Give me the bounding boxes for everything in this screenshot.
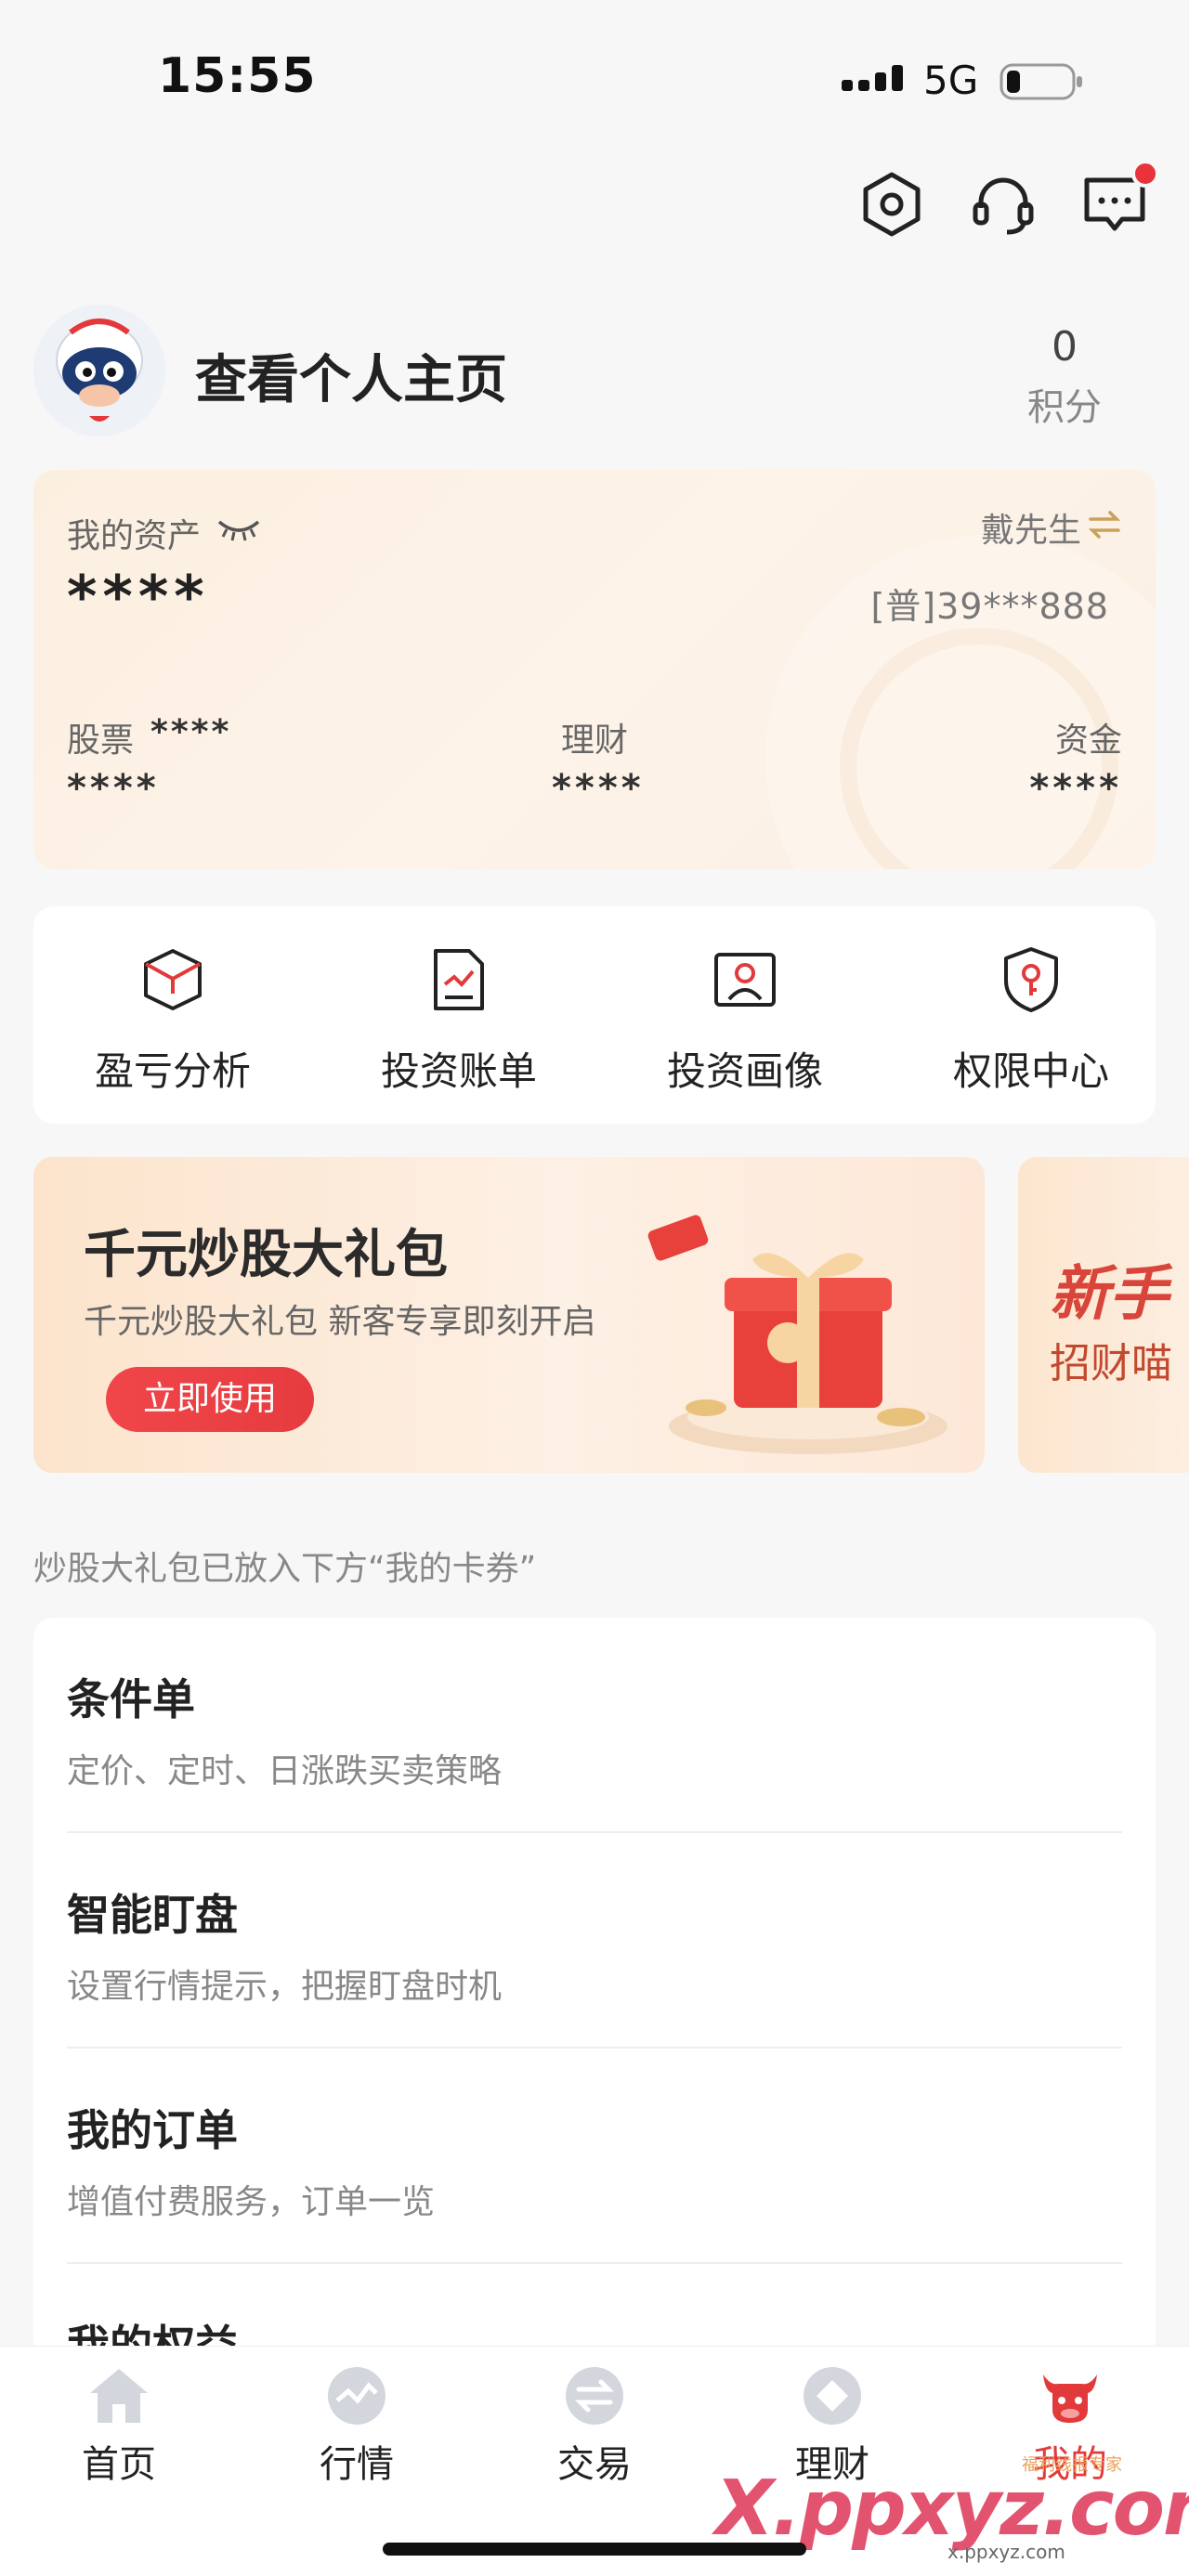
home-icon [90, 2369, 148, 2423]
banner2-subtitle: 招财喵 [1050, 1340, 1172, 1387]
switch-account-icon[interactable] [1087, 509, 1122, 540]
settings-icon[interactable] [855, 167, 929, 241]
bill-chart-icon [434, 949, 484, 1010]
status-time: 15:55 [158, 48, 317, 104]
wealth-icon [804, 2367, 861, 2425]
promo-banner-2[interactable]: 新手 招财喵 [1018, 1157, 1189, 1473]
notification-dot [1131, 160, 1159, 188]
service-list: 条件单 定价、定时、日涨跌买卖策略 智能盯盘 设置行情提示，把握盯盘时机 我的订… [33, 1618, 1156, 2361]
account-name[interactable]: 戴先生 [981, 503, 1081, 552]
tool-profit-analysis[interactable]: 盈亏分析 [33, 945, 312, 1103]
watermark-main: X.ppxyz.com [715, 2465, 1189, 2553]
tool-investment-portrait[interactable]: 投资画像 [606, 945, 884, 1103]
tab-trade[interactable]: 交易 [520, 2365, 669, 2495]
asset-card[interactable]: 我的资产 **** 戴先生 [普]39***888 股票 **** **** 理… [33, 470, 1156, 869]
tool-label: 投资画像 [666, 1048, 823, 1094]
tool-label: 权限中心 [952, 1048, 1109, 1094]
wealth-value: **** [552, 767, 645, 810]
message-button[interactable] [1078, 160, 1159, 241]
avatar[interactable] [33, 305, 165, 436]
portrait-icon [714, 953, 776, 1007]
status-bar: 15:55 5G [0, 0, 1189, 149]
cube-icon [144, 949, 202, 1010]
customer-service-icon[interactable] [966, 167, 1040, 241]
banner2-title: 新手 [1050, 1260, 1169, 1329]
tab-label: 行情 [320, 2443, 394, 2486]
trade-icon [566, 2367, 623, 2425]
wealth-label: 理财 [561, 722, 629, 760]
profile-row[interactable]: 查看个人主页 0 积分 [33, 297, 1157, 446]
eye-closed-icon[interactable] [216, 514, 262, 542]
tool-label: 投资账单 [380, 1048, 537, 1094]
battery-icon [1000, 63, 1082, 100]
stock-inline-value: **** [150, 713, 232, 751]
list-item-my-orders[interactable]: 我的订单 增值付费服务，订单一览 [67, 2049, 1122, 2264]
market-icon [328, 2367, 385, 2425]
list-item-desc: 定价、定时、日涨跌买卖策略 [67, 1752, 503, 1790]
profile-link[interactable]: 查看个人主页 [195, 338, 507, 413]
list-item-title: 智能盯盘 [67, 1890, 238, 1940]
list-item-desc: 设置行情提示，把握盯盘时机 [67, 1968, 503, 2006]
tool-label: 盈亏分析 [94, 1048, 251, 1094]
tab-home[interactable]: 首页 [45, 2365, 193, 2495]
header-actions [0, 160, 1189, 269]
network-type: 5G [923, 58, 979, 103]
promo-banner[interactable]: 千元炒股大礼包 千元炒股大礼包 新客专享即刻开启 立即使用 [33, 1157, 985, 1473]
tab-label: 交易 [557, 2443, 632, 2486]
signal-icon [842, 65, 903, 91]
cash-value: **** [1029, 767, 1122, 810]
tab-label: 首页 [82, 2443, 156, 2486]
list-item-desc: 增值付费服务，订单一览 [67, 2183, 436, 2221]
watermark-top: 福利线报专家 [1022, 2455, 1122, 2475]
gift-box-icon [647, 1215, 947, 1454]
use-now-button[interactable]: 立即使用 [106, 1367, 314, 1432]
home-indicator [383, 2543, 806, 2556]
points-label[interactable]: 积分 [1009, 377, 1120, 431]
account-number: [普]39***888 [870, 586, 1109, 627]
tool-investment-bill[interactable]: 投资账单 [320, 945, 598, 1103]
list-item-title: 条件单 [67, 1674, 195, 1724]
tool-permission-center[interactable]: 权限中心 [892, 945, 1170, 1103]
watermark-sub: x.ppxyz.com [947, 2541, 1065, 2563]
tab-market[interactable]: 行情 [282, 2365, 431, 2495]
mine-bull-icon [1043, 2374, 1097, 2423]
total-assets-value: **** [67, 563, 210, 631]
shield-key-icon [1004, 947, 1058, 1012]
list-item-condition-order[interactable]: 条件单 定价、定时、日涨跌买卖策略 [67, 1618, 1122, 1833]
list-item-smart-watch[interactable]: 智能盯盘 设置行情提示，把握盯盘时机 [67, 1833, 1122, 2049]
coupon-hint: 炒股大礼包已放入下方“我的卡券” [33, 1550, 537, 1588]
stock-label: 股票 [67, 722, 135, 760]
list-item-title: 我的订单 [67, 2105, 238, 2155]
watermark: X.ppxyz.com 福利线报专家 x.ppxyz.com [715, 2452, 1189, 2563]
points-value[interactable]: 0 [1027, 323, 1102, 371]
stock-value: **** [67, 767, 160, 810]
cash-label: 资金 [1054, 722, 1122, 760]
banner-subtitle: 千元炒股大礼包 新客专享即刻开启 [84, 1303, 596, 1341]
banner-title: 千元炒股大礼包 [84, 1225, 448, 1285]
mascot-avatar-icon [33, 305, 165, 436]
asset-label: 我的资产 [67, 517, 202, 555]
tools-grid: 盈亏分析 投资账单 投资画像 权限中心 [33, 906, 1156, 1124]
